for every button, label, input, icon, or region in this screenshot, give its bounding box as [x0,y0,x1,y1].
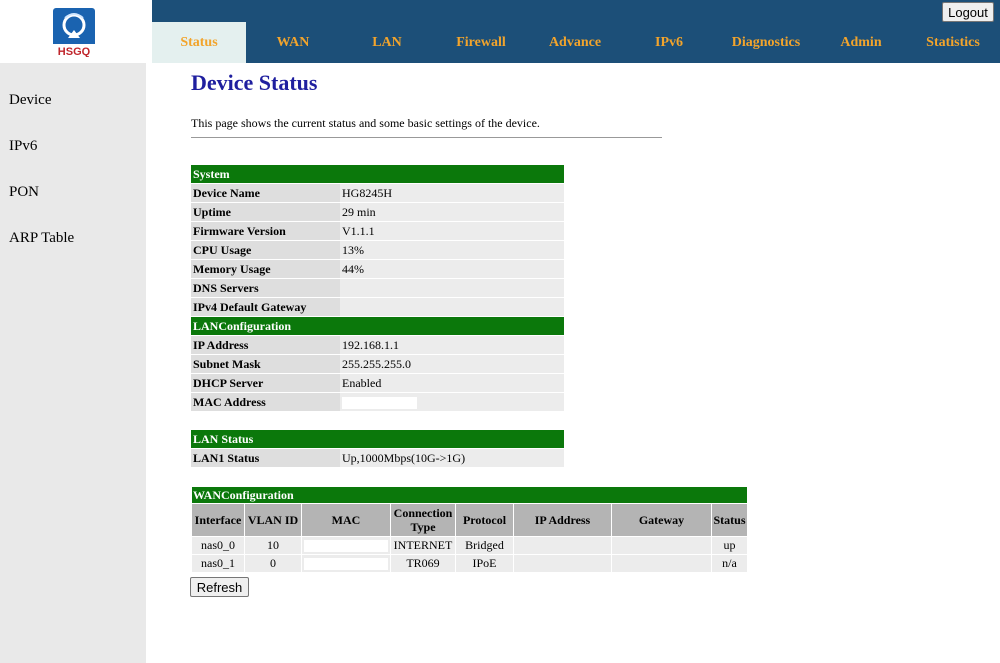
cell-protocol: IPoE [456,555,513,572]
field-value: 192.168.1.1 [340,336,564,354]
cell-vlan: 10 [245,537,301,554]
cell-interface: nas0_0 [192,537,244,554]
table-row: Memory Usage 44% [191,260,564,278]
tab-status[interactable]: Status [152,22,246,63]
field-value: 13% [340,241,564,259]
table-row: IP Address 192.168.1.1 [191,336,564,354]
system-lan-table: System Device Name HG8245H Uptime 29 min… [191,164,564,412]
section-header-system: System [191,165,564,183]
table-row: Subnet Mask 255.255.255.0 [191,355,564,373]
field-label: Uptime [191,203,340,221]
refresh-button[interactable]: Refresh [190,577,249,597]
field-label: Firmware Version [191,222,340,240]
cell-status: n/a [712,555,747,572]
tab-statistics[interactable]: Statistics [906,22,1000,63]
cell-ip [514,555,611,572]
redacted-mac [342,396,417,409]
field-value: 44% [340,260,564,278]
table-row: Firmware Version V1.1.1 [191,222,564,240]
tab-advance[interactable]: Advance [528,22,622,63]
cell-interface: nas0_1 [192,555,244,572]
field-label: DNS Servers [191,279,340,297]
main-nav: Status WAN LAN Firewall Advance IPv6 Dia… [152,22,1000,63]
cell-type: TR069 [391,555,455,572]
table-row: Uptime 29 min [191,203,564,221]
column-header: Protocol [456,504,513,536]
lan-status-table: LAN Status LAN1 Status Up,1000Mbps(10G->… [191,429,564,468]
field-value: HG8245H [340,184,564,202]
cell-vlan: 0 [245,555,301,572]
cell-mac [302,537,390,554]
field-label: LAN1 Status [191,449,340,467]
tab-ipv6[interactable]: IPv6 [622,22,716,63]
logout-button[interactable]: Logout [942,2,994,22]
field-label: IPv4 Default Gateway [191,298,340,316]
field-value: 255.255.255.0 [340,355,564,373]
cell-status: up [712,537,747,554]
column-header: MAC [302,504,390,536]
tab-wan[interactable]: WAN [246,22,340,63]
column-header: IP Address [514,504,611,536]
column-header: Gateway [612,504,711,536]
tab-diagnostics[interactable]: Diagnostics [716,22,816,63]
cell-gateway [612,555,711,572]
divider [191,137,662,138]
cell-mac [302,555,390,572]
table-row: nas0_1 0 TR069 IPoE n/a [192,555,747,572]
field-label: CPU Usage [191,241,340,259]
wan-config-table: WANConfiguration Interface VLAN ID MAC C… [191,486,748,573]
redacted-mac [304,540,388,553]
cell-type: INTERNET [391,537,455,554]
field-value [340,279,564,297]
field-value: V1.1.1 [340,222,564,240]
field-label: IP Address [191,336,340,354]
hsgq-logo: HSGQ [53,8,95,57]
redacted-mac [304,558,388,571]
table-row: MAC Address [191,393,564,411]
table-row: IPv4 Default Gateway [191,298,564,316]
field-value: 29 min [340,203,564,221]
cell-ip [514,537,611,554]
column-header: Status [712,504,747,536]
sidebar-item-arp-table[interactable]: ARP Table [9,230,74,247]
table-row: nas0_0 10 INTERNET Bridged up [192,537,747,554]
sidebar-item-pon[interactable]: PON [9,184,39,201]
tab-admin[interactable]: Admin [816,22,906,63]
tab-lan[interactable]: LAN [340,22,434,63]
page-title: Device Status [191,70,318,95]
sidebar: Device IPv6 PON ARP Table [0,63,146,663]
logo-text: HSGQ [58,46,91,57]
table-row: Device Name HG8245H [191,184,564,202]
section-header-lan-config: LANConfiguration [191,317,564,335]
field-value [340,298,564,316]
table-row: DHCP Server Enabled [191,374,564,392]
field-label: Subnet Mask [191,355,340,373]
table-row: LAN1 Status Up,1000Mbps(10G->1G) [191,449,564,467]
section-header-lan-status: LAN Status [191,430,564,448]
table-header-row: Interface VLAN ID MAC Connection Type Pr… [192,504,747,536]
table-row: DNS Servers [191,279,564,297]
cell-protocol: Bridged [456,537,513,554]
field-label: DHCP Server [191,374,340,392]
table-row: CPU Usage 13% [191,241,564,259]
field-label: Device Name [191,184,340,202]
sidebar-item-device[interactable]: Device [9,92,51,109]
column-header: VLAN ID [245,504,301,536]
field-label: MAC Address [191,393,340,411]
column-header: Interface [192,504,244,536]
mac-address-value [340,393,564,411]
field-label: Memory Usage [191,260,340,278]
sidebar-item-ipv6[interactable]: IPv6 [9,138,37,155]
tab-firewall[interactable]: Firewall [434,22,528,63]
cell-gateway [612,537,711,554]
field-value: Up,1000Mbps(10G->1G) [340,449,564,467]
section-header-wan-config: WANConfiguration [192,487,747,503]
logo-area: HSGQ [0,0,152,63]
top-bar [152,0,1000,22]
column-header: Connection Type [391,504,455,536]
field-value: Enabled [340,374,564,392]
page-description: This page shows the current status and s… [191,116,540,130]
